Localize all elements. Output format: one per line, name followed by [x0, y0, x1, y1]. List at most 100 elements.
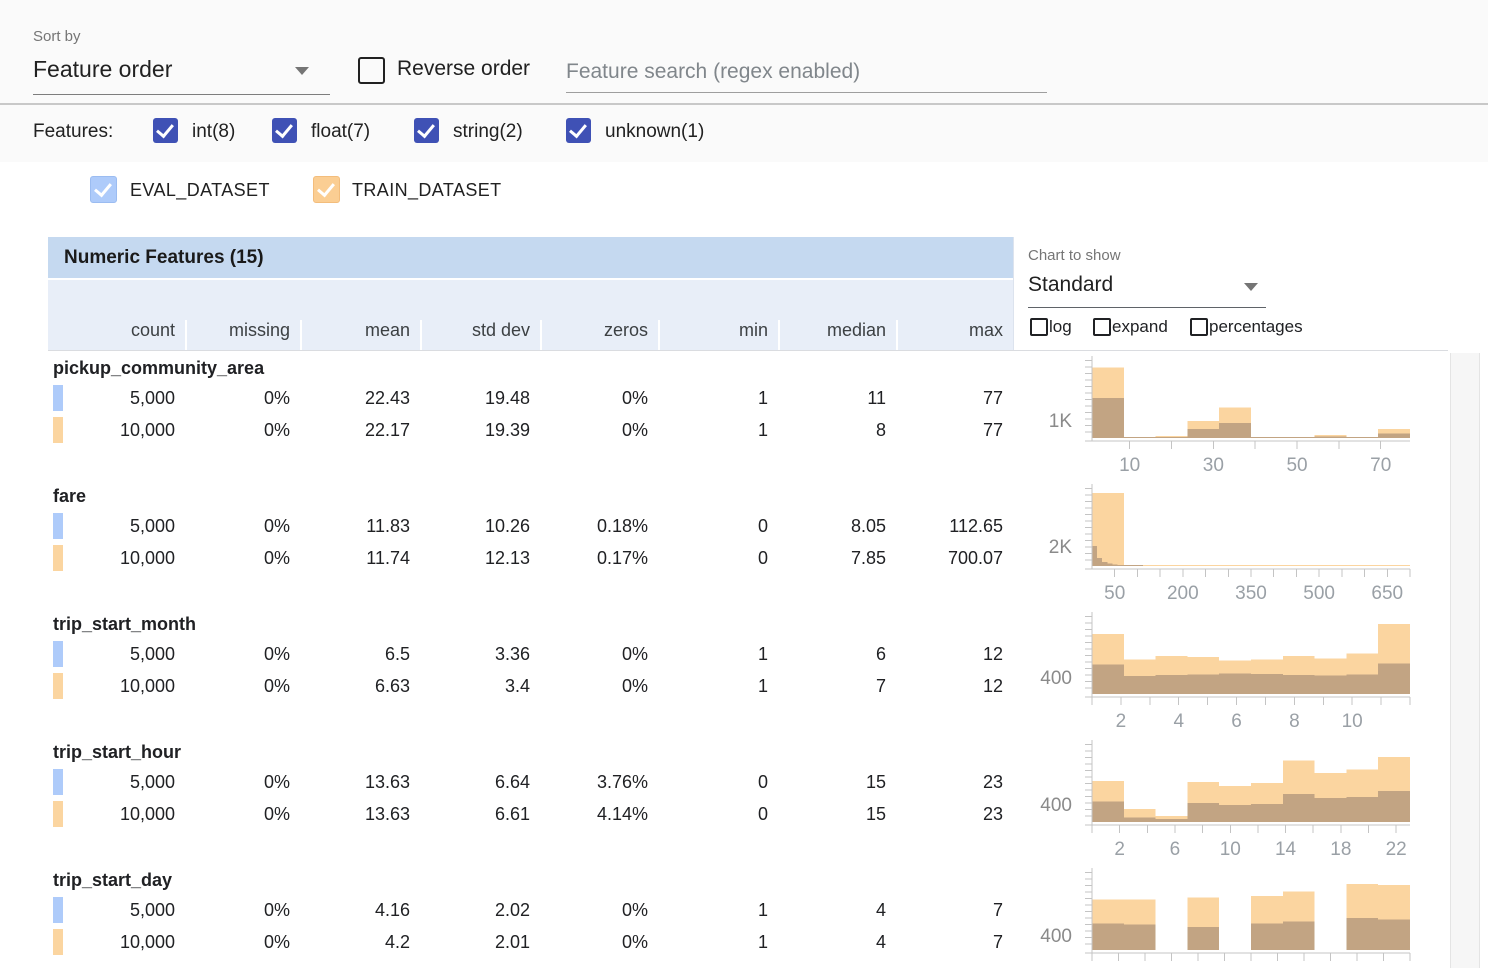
stat-cell-min: 0	[658, 542, 778, 574]
sort-by-label: Sort by	[33, 28, 81, 45]
histogram-pickup_community_area: 1K10305070	[1028, 354, 1418, 480]
train-dataset-checkbox[interactable]	[313, 176, 340, 203]
stat-cell-std-dev: 2.02	[420, 894, 540, 926]
stat-cell-missing: 0%	[185, 766, 300, 798]
svg-text:14: 14	[1275, 839, 1297, 860]
float-filter-checkbox[interactable]	[272, 118, 297, 143]
svg-text:4: 4	[1173, 711, 1184, 732]
svg-text:400: 400	[1040, 926, 1072, 947]
train-dataset-color-chip	[53, 929, 63, 955]
stat-cell-std-dev: 3.36	[420, 638, 540, 670]
chart-dropdown-underline	[1028, 307, 1266, 308]
stat-cell-median: 4	[778, 926, 896, 958]
stat-cell-count: 5,000	[48, 638, 185, 670]
svg-text:200: 200	[1167, 583, 1199, 604]
sort-by-dropdown[interactable]: Feature order	[33, 56, 172, 83]
feature-name: fare	[53, 482, 86, 510]
column-header-count: count	[48, 320, 185, 350]
svg-text:500: 500	[1303, 583, 1335, 604]
stat-cell-median: 6	[778, 638, 896, 670]
chevron-down-icon[interactable]	[1244, 283, 1258, 291]
stat-cell-mean: 11.74	[300, 542, 420, 574]
svg-text:1K: 1K	[1049, 411, 1073, 432]
column-header-missing: missing	[185, 320, 300, 350]
stat-cell-count: 5,000	[48, 894, 185, 926]
stat-cell-min: 1	[658, 926, 778, 958]
stat-cell-max: 112.65	[896, 510, 1013, 542]
stat-cell-zeros: 0%	[540, 894, 658, 926]
column-header-mean: mean	[300, 320, 420, 350]
eval-dataset-checkbox[interactable]	[90, 176, 117, 203]
stat-cell-std-dev: 12.13	[420, 542, 540, 574]
stat-row-eval: 5,0000%4.162.020%147	[48, 894, 1013, 926]
chevron-down-icon[interactable]	[295, 67, 309, 75]
stat-cell-max: 23	[896, 766, 1013, 798]
svg-text:8: 8	[1289, 711, 1300, 732]
train-dataset-color-chip	[53, 545, 63, 571]
stat-cell-median: 7.85	[778, 542, 896, 574]
svg-text:50: 50	[1104, 583, 1125, 604]
train-dataset-color-chip	[53, 417, 63, 443]
int-filter-checkbox[interactable]	[153, 118, 178, 143]
stat-cell-zeros: 0.17%	[540, 542, 658, 574]
stat-cell-count: 10,000	[48, 414, 185, 446]
sort-by-underline	[33, 94, 330, 95]
stat-cell-max: 12	[896, 670, 1013, 702]
stat-cell-zeros: 0%	[540, 670, 658, 702]
column-header-zeros: zeros	[540, 320, 658, 350]
log-checkbox[interactable]	[1030, 318, 1048, 336]
vertical-scrollbar-track[interactable]	[1450, 353, 1480, 968]
dataset-legend: EVAL_DATASET TRAIN_DATASET	[0, 163, 1488, 237]
feature-block-pickup_community_area: pickup_community_area5,0000%22.4319.480%…	[0, 352, 1488, 480]
stat-cell-min: 1	[658, 638, 778, 670]
stat-cell-min: 1	[658, 382, 778, 414]
stat-cell-min: 1	[658, 894, 778, 926]
float-filter-label: float(7)	[311, 121, 370, 143]
reverse-order-checkbox[interactable]	[358, 57, 385, 84]
stat-cell-std-dev: 6.61	[420, 798, 540, 830]
string-filter-label: string(2)	[453, 121, 523, 143]
stat-cell-mean: 6.63	[300, 670, 420, 702]
stat-cell-max: 7	[896, 926, 1013, 958]
stat-cell-median: 15	[778, 798, 896, 830]
svg-text:50: 50	[1286, 455, 1307, 476]
svg-text:10: 10	[1220, 839, 1241, 860]
histogram-fare: 2K50200350500650	[1028, 482, 1418, 608]
stat-row-eval: 5,0000%6.53.360%1612	[48, 638, 1013, 670]
stat-cell-std-dev: 19.39	[420, 414, 540, 446]
stat-cell-missing: 0%	[185, 926, 300, 958]
log-label: log	[1049, 317, 1072, 337]
stat-cell-zeros: 0%	[540, 638, 658, 670]
histogram-trip_start_month: 400246810	[1028, 610, 1418, 736]
stat-cell-mean: 22.17	[300, 414, 420, 446]
eval-dataset-color-chip	[53, 897, 63, 923]
stat-cell-mean: 13.63	[300, 798, 420, 830]
stat-cell-mean: 4.16	[300, 894, 420, 926]
stat-cell-count: 5,000	[48, 382, 185, 414]
stat-cell-min: 1	[658, 414, 778, 446]
chart-type-dropdown[interactable]: Standard	[1028, 273, 1113, 297]
stat-cell-median: 8	[778, 414, 896, 446]
stat-cell-count: 5,000	[48, 766, 185, 798]
expand-checkbox[interactable]	[1093, 318, 1111, 336]
stat-cell-min: 0	[658, 798, 778, 830]
stat-cell-mean: 22.43	[300, 382, 420, 414]
stat-cell-missing: 0%	[185, 542, 300, 574]
stat-cell-max: 77	[896, 414, 1013, 446]
svg-text:2K: 2K	[1049, 537, 1073, 558]
stat-cell-median: 15	[778, 766, 896, 798]
stat-cell-std-dev: 19.48	[420, 382, 540, 414]
stat-row-train: 10,0000%4.22.010%147	[48, 926, 1013, 958]
stat-cell-min: 0	[658, 766, 778, 798]
eval-dataset-color-chip	[53, 513, 63, 539]
stat-cell-missing: 0%	[185, 382, 300, 414]
stat-cell-max: 77	[896, 382, 1013, 414]
string-filter-checkbox[interactable]	[414, 118, 439, 143]
train-dataset-color-chip	[53, 673, 63, 699]
stat-cell-zeros: 0.18%	[540, 510, 658, 542]
svg-text:2: 2	[1114, 839, 1125, 860]
feature-search-input[interactable]	[566, 55, 1046, 89]
percentages-checkbox[interactable]	[1190, 318, 1208, 336]
stat-cell-std-dev: 10.26	[420, 510, 540, 542]
unknown-filter-checkbox[interactable]	[566, 118, 591, 143]
